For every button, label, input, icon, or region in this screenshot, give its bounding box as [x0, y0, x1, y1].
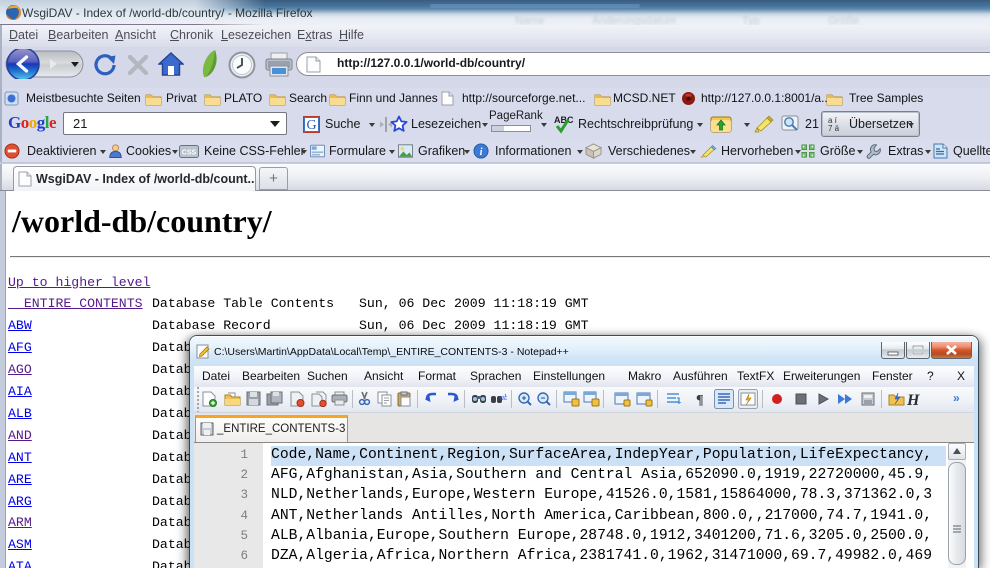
svg-text:ab: ab — [500, 393, 507, 402]
svg-text:H: H — [907, 392, 920, 407]
svg-text:CSS: CSS — [182, 150, 197, 157]
svg-text:G: G — [306, 118, 316, 133]
svg-text:¶: ¶ — [696, 393, 704, 407]
svg-text:»: » — [953, 391, 960, 405]
svg-text:i: i — [480, 147, 483, 158]
svg-text:7 ä: 7 ä — [828, 124, 840, 133]
